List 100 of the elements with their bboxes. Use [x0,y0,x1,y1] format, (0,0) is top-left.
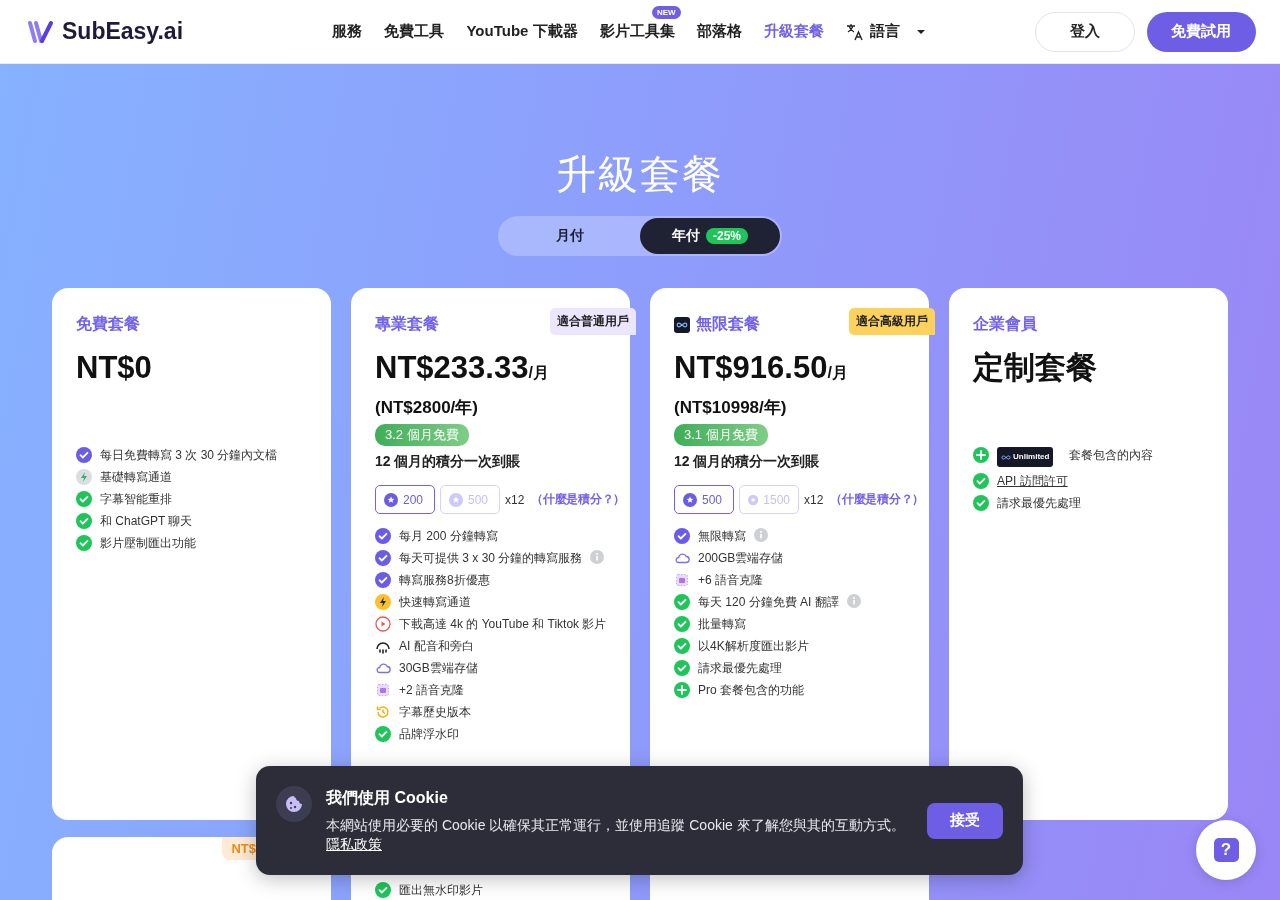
voice-clone-icon [375,682,391,698]
ribbon-tag: 適合高級用戶 [849,308,935,335]
feature-text: 下載高達 4k 的 YouTube 和 Tiktok 影片 [399,616,607,632]
multiplier-text: x12 [804,492,824,507]
feature-text: +2 語音克隆 [399,682,464,698]
play-icon [375,616,391,632]
ribbon-tag: 適合普通用戶 [550,308,636,335]
info-icon[interactable] [846,594,861,608]
check-icon [973,495,989,511]
plan-name: 免費套餐 [76,314,140,334]
credits-note: 12 個月的積分一次到賬 [674,453,821,471]
feature-text: 200GB雲端存儲 [698,550,784,566]
accept-button[interactable]: 接受 [927,802,1003,839]
page-title: 升級套餐 [555,151,725,198]
feature-text: 以4K解析度匯出影片 [698,638,809,654]
nav-link[interactable]: 免費工具 [384,22,445,41]
login-button[interactable]: 登入 [1035,11,1135,52]
free-months-badge: 3.2 個月免費 [375,424,469,446]
check-icon [76,535,92,551]
info-icon[interactable] [590,550,605,564]
feature-text: 和 ChatGPT 聊天 [100,513,193,529]
nav-link[interactable]: 部落格 [696,22,742,41]
plus-icon [973,447,989,463]
check-icon [674,528,690,544]
plan-name: 專業套餐 [375,314,439,334]
feature-text: 套餐包含的內容 [1069,447,1154,463]
feature-text: Pro 套餐包含的功能 [698,682,804,698]
feature-text: +6 語音克隆 [698,572,763,588]
nav-link[interactable]: 語言 [845,22,926,41]
feature-link[interactable]: API 訪問許可 [997,473,1068,489]
nav-link[interactable]: 服務 [332,22,363,41]
check-icon [674,594,690,610]
multiplier-text: x12 [505,492,525,507]
cookie-title: 我們使用 Cookie [326,787,449,808]
feature-text: 請求最優先處理 [698,660,782,676]
credit-option[interactable]: 500 [674,485,734,514]
nav-link[interactable]: 升級套餐 [763,22,824,41]
free-trial-button[interactable]: 免費試用 [1147,11,1256,52]
feature-text: 每日免費轉寫 3 次 30 分鐘內文檔 [100,447,278,463]
billing-tab[interactable]: 年付 -25% [640,218,780,254]
plan-price: NT$233.33/月 [375,349,550,387]
caret-icon [915,28,926,35]
lightning-icon [375,594,391,610]
feature-text: 轉寫服務8折優惠 [399,572,490,588]
check-icon [375,726,391,742]
translate-icon [845,22,864,41]
check-icon [76,491,92,507]
yearly-price: (NT$2800/年) [375,397,479,419]
plan-name: 企業會員 [973,314,1037,334]
history-icon [375,704,391,720]
feature-text: 品牌浮水印 [399,726,459,742]
new-badge: NEW [651,6,681,19]
lightning-icon [76,469,92,485]
check-icon [674,616,690,632]
feature-text: 每天 120 分鐘免費 AI 翻譯 [698,594,839,610]
plan-price: NT$0 [76,349,153,387]
cloud-icon [375,660,391,676]
plan-name: 無限套餐 [696,314,760,334]
plan-price: NT$916.50/月 [674,349,849,387]
feature-text: 30GB雲端存儲 [399,660,478,676]
feature-text: 字幕智能重排 [100,491,172,507]
info-icon[interactable] [754,528,768,542]
feature-text: 快速轉寫通道 [399,594,471,610]
unlimited-badge: Unlimited [997,447,1054,467]
feature-text: AI 配音和旁白 [399,638,474,654]
check-icon [375,528,391,544]
free-months-badge: 3.1 個月免費 [674,424,768,446]
feature-text: 基礎轉寫通道 [100,469,172,485]
logo-icon[interactable] [28,19,54,44]
check-icon [76,513,92,529]
cookie-text: 本網站使用必要的 Cookie 以確保其正常運行，並使用追蹤 Cookie 來了解您與其的互動方式。 [326,815,906,835]
logo-text[interactable]: SubEasy.ai [62,18,184,45]
nav-link[interactable]: YouTube 下載器 [466,22,578,41]
credits-help-link[interactable]: （什麼是積分？） [531,491,625,508]
check-icon [973,473,989,489]
billing-tab[interactable]: 月付 [500,218,640,254]
feature-text: 批量轉寫 [698,616,746,632]
plus-icon [674,682,690,698]
cloud-icon [674,550,690,566]
check-icon [375,572,391,588]
check-icon [375,550,391,566]
credits-note: 12 個月的積分一次到賬 [375,453,522,471]
feature-text: 每天可提供 3 x 30 分鐘的轉寫服務 [399,550,583,566]
feature-text: 字幕歷史版本 [399,704,471,720]
feature-text: 無限轉寫 [698,528,746,544]
plan-price: 定制套餐 [973,349,1098,387]
check-icon [674,660,690,676]
check-icon [76,447,92,463]
feature-text: 每月 200 分鐘轉寫 [399,528,498,544]
nav-link[interactable]: 影片工具集 [599,22,675,41]
credits-help-link[interactable]: （什麼是積分？） [830,491,924,508]
privacy-policy-link[interactable]: 隱私政策 [326,835,382,852]
feature-text: 影片壓制匯出功能 [100,535,196,551]
voice-clone-icon [674,572,690,588]
feature-text: 匯出無水印影片 [399,882,483,898]
check-icon [674,638,690,654]
help-button[interactable]: ? [1196,820,1256,880]
nav-label: 語言 [869,22,900,41]
credit-option[interactable]: 200 [375,485,435,514]
discount-badge: -25% [706,228,748,244]
